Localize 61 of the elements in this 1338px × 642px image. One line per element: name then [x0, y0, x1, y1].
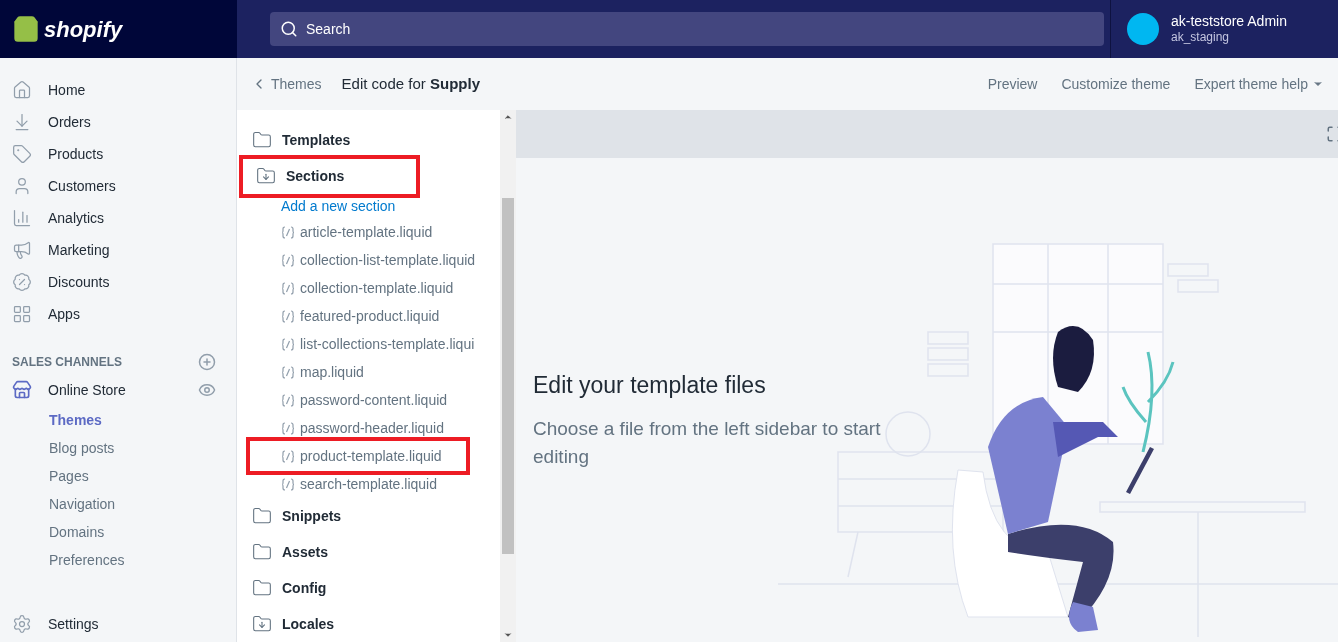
nav-item[interactable]: Analytics — [0, 202, 236, 234]
nav-item[interactable]: Customers — [0, 170, 236, 202]
subnav-item[interactable]: Themes — [0, 406, 236, 434]
avatar-icon[interactable] — [1127, 13, 1159, 45]
folder-icon — [252, 578, 272, 598]
tag-icon — [12, 144, 32, 164]
scroll-down-icon[interactable] — [503, 630, 513, 640]
subnav-item[interactable]: Pages — [0, 462, 236, 490]
add-icon[interactable] — [198, 353, 216, 371]
view-icon[interactable] — [198, 381, 216, 399]
folder-icon — [252, 506, 272, 526]
percent-badge-icon — [12, 272, 32, 292]
nav-item[interactable]: Online Store — [12, 379, 126, 401]
grid-icon — [12, 304, 32, 324]
scrollbar[interactable] — [500, 110, 516, 642]
subnav-item[interactable]: Blog posts — [0, 434, 236, 462]
logo-wordmark: shopify — [44, 15, 123, 44]
section-heading: SALES CHANNELS — [12, 354, 122, 371]
nav-item[interactable]: Discounts — [0, 266, 236, 298]
folder-icon — [252, 614, 272, 634]
code-file-icon — [281, 449, 295, 463]
search-field[interactable]: Search — [270, 12, 1104, 46]
empty-state-title: Edit your template files — [533, 371, 767, 400]
header-action[interactable]: Expert theme help — [1194, 73, 1324, 95]
nav-item[interactable]: Orders — [0, 106, 236, 138]
store-icon — [12, 380, 32, 400]
folder-icon — [256, 166, 276, 186]
megaphone-icon — [12, 240, 32, 260]
file-item[interactable]: product-template.liquid — [246, 437, 470, 475]
search-icon — [280, 20, 298, 38]
subnav-item[interactable]: Navigation — [0, 490, 236, 518]
nav-item[interactable]: Apps — [0, 298, 236, 330]
nav-item[interactable]: Products — [0, 138, 236, 170]
code-file-icon — [281, 421, 295, 435]
code-file-icon — [281, 337, 295, 351]
subnav-item[interactable]: Preferences — [0, 546, 236, 574]
bar-chart-icon — [12, 208, 32, 228]
folder-icon — [252, 130, 272, 150]
subnav-item[interactable]: Domains — [0, 518, 236, 546]
house-icon — [12, 80, 32, 100]
back-link[interactable]: Themes — [251, 73, 322, 95]
code-file-icon — [281, 309, 295, 323]
code-file-icon — [281, 225, 295, 239]
scroll-up-icon[interactable] — [503, 112, 513, 122]
header-action[interactable]: Customize theme — [1061, 73, 1171, 95]
folder-item[interactable]: Sections — [239, 154, 420, 198]
code-file-icon — [281, 365, 295, 379]
nav-item[interactable]: Marketing — [0, 234, 236, 266]
folder-icon — [252, 542, 272, 562]
store-name: ak_staging — [1171, 30, 1231, 46]
nav-item[interactable]: Home — [0, 74, 236, 106]
code-file-icon — [281, 477, 295, 491]
empty-state-text: Choose a file from the left sidebar to start editing — [533, 416, 882, 469]
code-file-icon — [281, 253, 295, 267]
nav-item[interactable]: Settings — [12, 613, 99, 635]
account-name: ak-teststore Admin — [1171, 12, 1287, 31]
header-action[interactable]: Preview — [987, 73, 1038, 95]
code-file-icon — [281, 281, 295, 295]
page-title: Edit code for Supply — [341, 73, 480, 94]
code-file-icon — [281, 393, 295, 407]
settings-icon — [12, 614, 32, 634]
